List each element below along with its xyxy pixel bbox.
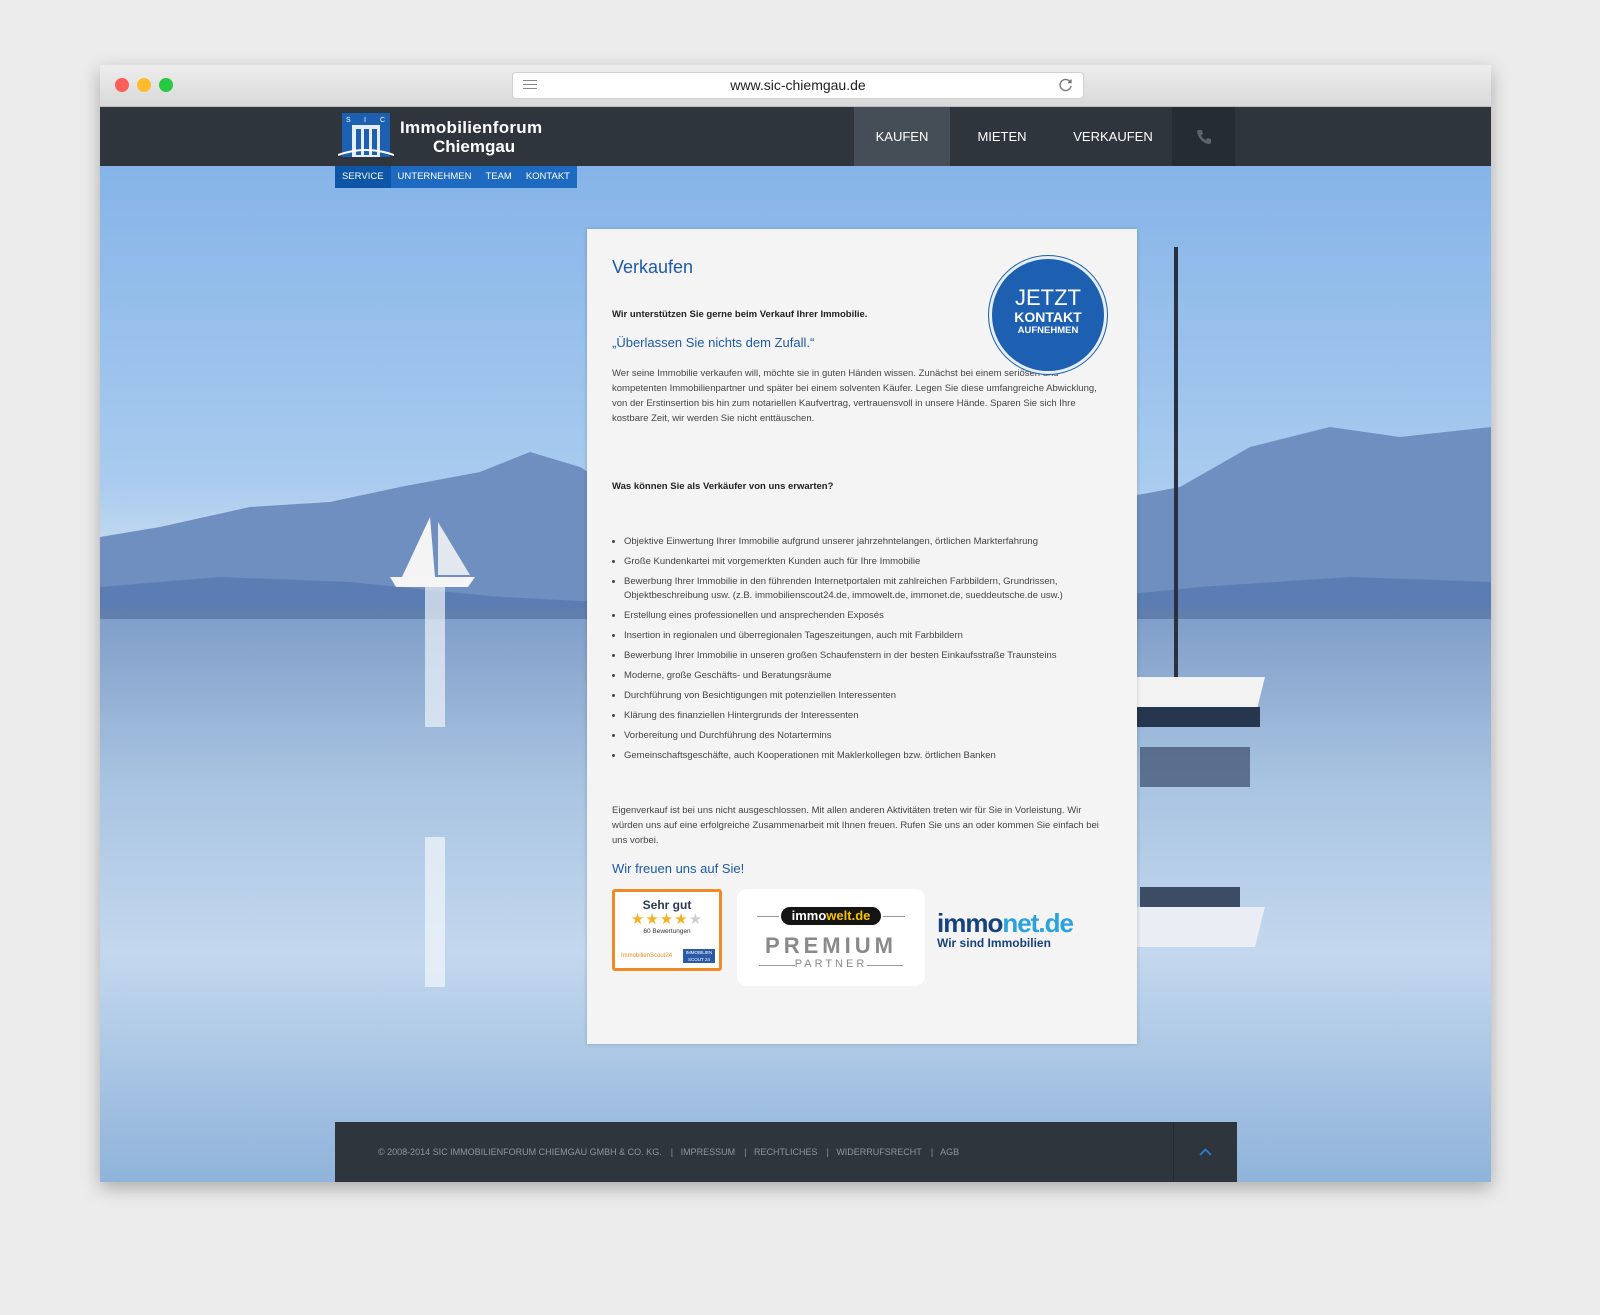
- chevron-up-icon: [1199, 1148, 1212, 1156]
- logo-wordmark: Immobilienforum Chiemgau: [400, 118, 542, 156]
- greeting-heading: Wir freuen uns auf Sie!: [612, 861, 745, 876]
- reload-icon[interactable]: [1057, 76, 1075, 94]
- building-logo-icon: S I C: [338, 113, 394, 157]
- intro-text: Wir unterstützen Sie gerne beim Verkauf …: [612, 309, 868, 320]
- partner-label: PARTNER: [794, 958, 868, 970]
- logo-line-1: Immobilienforum: [400, 118, 543, 137]
- list-item: Insertion in regionalen und überregional…: [624, 629, 1119, 643]
- scout-seal: IMMOBILIEN SCOUT 24: [683, 949, 715, 963]
- cta-line-2: KONTAKT: [1014, 309, 1082, 325]
- subnav-team[interactable]: TEAM: [478, 166, 518, 188]
- review-count: 60 Bewertungen: [643, 928, 691, 935]
- url-text: www.sic-chiemgau.de: [730, 77, 866, 93]
- nav-verkaufen[interactable]: VERKAUFEN: [1054, 107, 1172, 166]
- list-item: Große Kundenkartei mit vorgemerkten Kund…: [624, 555, 1119, 569]
- list-item: Vorbereitung und Durchführung des Notart…: [624, 729, 1119, 743]
- nav-kaufen[interactable]: KAUFEN: [854, 107, 950, 166]
- immowelt-premium-badge[interactable]: immowelt.de PREMIUM PARTNER: [737, 889, 925, 986]
- list-item: Durchführung von Besichtigungen mit pote…: [624, 689, 1119, 703]
- contact-cta-button[interactable]: JETZT KONTAKT AUFNEHMEN: [989, 256, 1107, 374]
- immobilienscout-rating-badge[interactable]: Sehr gut ★★★★★ 60 Bewertungen Immobilien…: [612, 889, 722, 971]
- svg-text:S: S: [346, 117, 351, 124]
- immonet-logo[interactable]: immonet.de Wir sind Immobilien: [937, 909, 1107, 959]
- browser-toolbar: www.sic-chiemgau.de: [100, 65, 1491, 107]
- immowelt-logo: immowelt.de: [781, 907, 881, 925]
- maximize-window-button[interactable]: [159, 78, 173, 92]
- immonet-tagline: Wir sind Immobilien: [937, 936, 1051, 950]
- site-logo[interactable]: S I C Immobilienforum Chiemgau: [338, 109, 568, 161]
- browser-window: www.sic-chiemgau.de S I C Immobilienforu…: [100, 65, 1491, 1182]
- list-item: Erstellung eines professionellen und ans…: [624, 609, 1119, 623]
- main-navigation: KAUFEN MIETEN VERKAUFEN: [854, 107, 1235, 166]
- intro-paragraph: Wer seine Immobilie verkaufen will, möch…: [612, 368, 1097, 424]
- footer-link-rechtliches[interactable]: RECHTLICHES: [754, 1147, 818, 1157]
- nav-mieten[interactable]: MIETEN: [950, 107, 1054, 166]
- list-item: Gemeinschaftsgeschäfte, auch Kooperation…: [624, 749, 1119, 763]
- svg-text:I: I: [364, 117, 366, 124]
- quote-heading: „Überlassen Sie nichts dem Zufall.“: [612, 335, 815, 350]
- rating-label: Sehr gut: [642, 898, 692, 912]
- list-item: Bewerbung Ihrer Immobilie in unseren gro…: [624, 649, 1119, 663]
- close-window-button[interactable]: [115, 78, 129, 92]
- footer-link-impressum[interactable]: IMPRESSUM: [681, 1147, 736, 1157]
- content-card: Verkaufen Wir unterstützen Sie gerne bei…: [587, 229, 1137, 1044]
- list-item: Moderne, große Geschäfts- und Beratungsr…: [624, 669, 1119, 683]
- cta-line-3: AUFNEHMEN: [1017, 325, 1079, 336]
- phone-icon: [1196, 129, 1211, 144]
- reader-menu-icon[interactable]: [523, 80, 537, 91]
- premium-label: PREMIUM: [765, 933, 897, 958]
- minimize-window-button[interactable]: [137, 78, 151, 92]
- cta-line-1: JETZT: [1015, 285, 1081, 310]
- copyright: © 2008-2014 SIC IMMOBILIENFORUM CHIEMGAU…: [378, 1147, 662, 1157]
- closing-paragraph: Eigenverkauf ist bei uns nicht ausgeschl…: [612, 805, 1099, 846]
- page-title: Verkaufen: [612, 257, 694, 277]
- subnav-unternehmen[interactable]: UNTERNEHMEN: [391, 166, 479, 188]
- footer-link-widerrufsrecht[interactable]: WIDERRUFSRECHT: [836, 1147, 922, 1157]
- svg-text:C: C: [380, 117, 385, 124]
- list-item: Klärung des finanziellen Hintergrunds de…: [624, 709, 1119, 723]
- rating-stars-icon: ★★★★★: [630, 911, 704, 928]
- subnav-kontakt[interactable]: KONTAKT: [519, 166, 577, 188]
- footer-link-agb[interactable]: AGB: [940, 1147, 959, 1157]
- services-list: Objektive Einwertung Ihrer Immobilie auf…: [612, 535, 1119, 769]
- site-footer: © 2008-2014 SIC IMMOBILIENFORUM CHIEMGAU…: [335, 1122, 1237, 1182]
- site-header: S I C Immobilienforum Chiemgau KAUFEN MI…: [100, 107, 1491, 166]
- back-to-top-button[interactable]: [1173, 1122, 1237, 1182]
- address-bar[interactable]: www.sic-chiemgau.de: [512, 72, 1084, 99]
- expectations-heading: Was können Sie als Verkäufer von uns erw…: [612, 481, 834, 492]
- phone-button[interactable]: [1172, 107, 1235, 166]
- website: S I C Immobilienforum Chiemgau KAUFEN MI…: [100, 107, 1491, 1182]
- subnav-service[interactable]: SERVICE: [335, 166, 391, 188]
- logo-line-2: Chiemgau: [433, 137, 516, 156]
- list-item: Objektive Einwertung Ihrer Immobilie auf…: [624, 535, 1119, 549]
- scout-brand: ImmobilienScout24: [621, 953, 673, 959]
- list-item: Bewerbung Ihrer Immobilie in den führend…: [624, 575, 1119, 603]
- sub-navigation: SERVICE UNTERNEHMEN TEAM KONTAKT: [335, 166, 577, 188]
